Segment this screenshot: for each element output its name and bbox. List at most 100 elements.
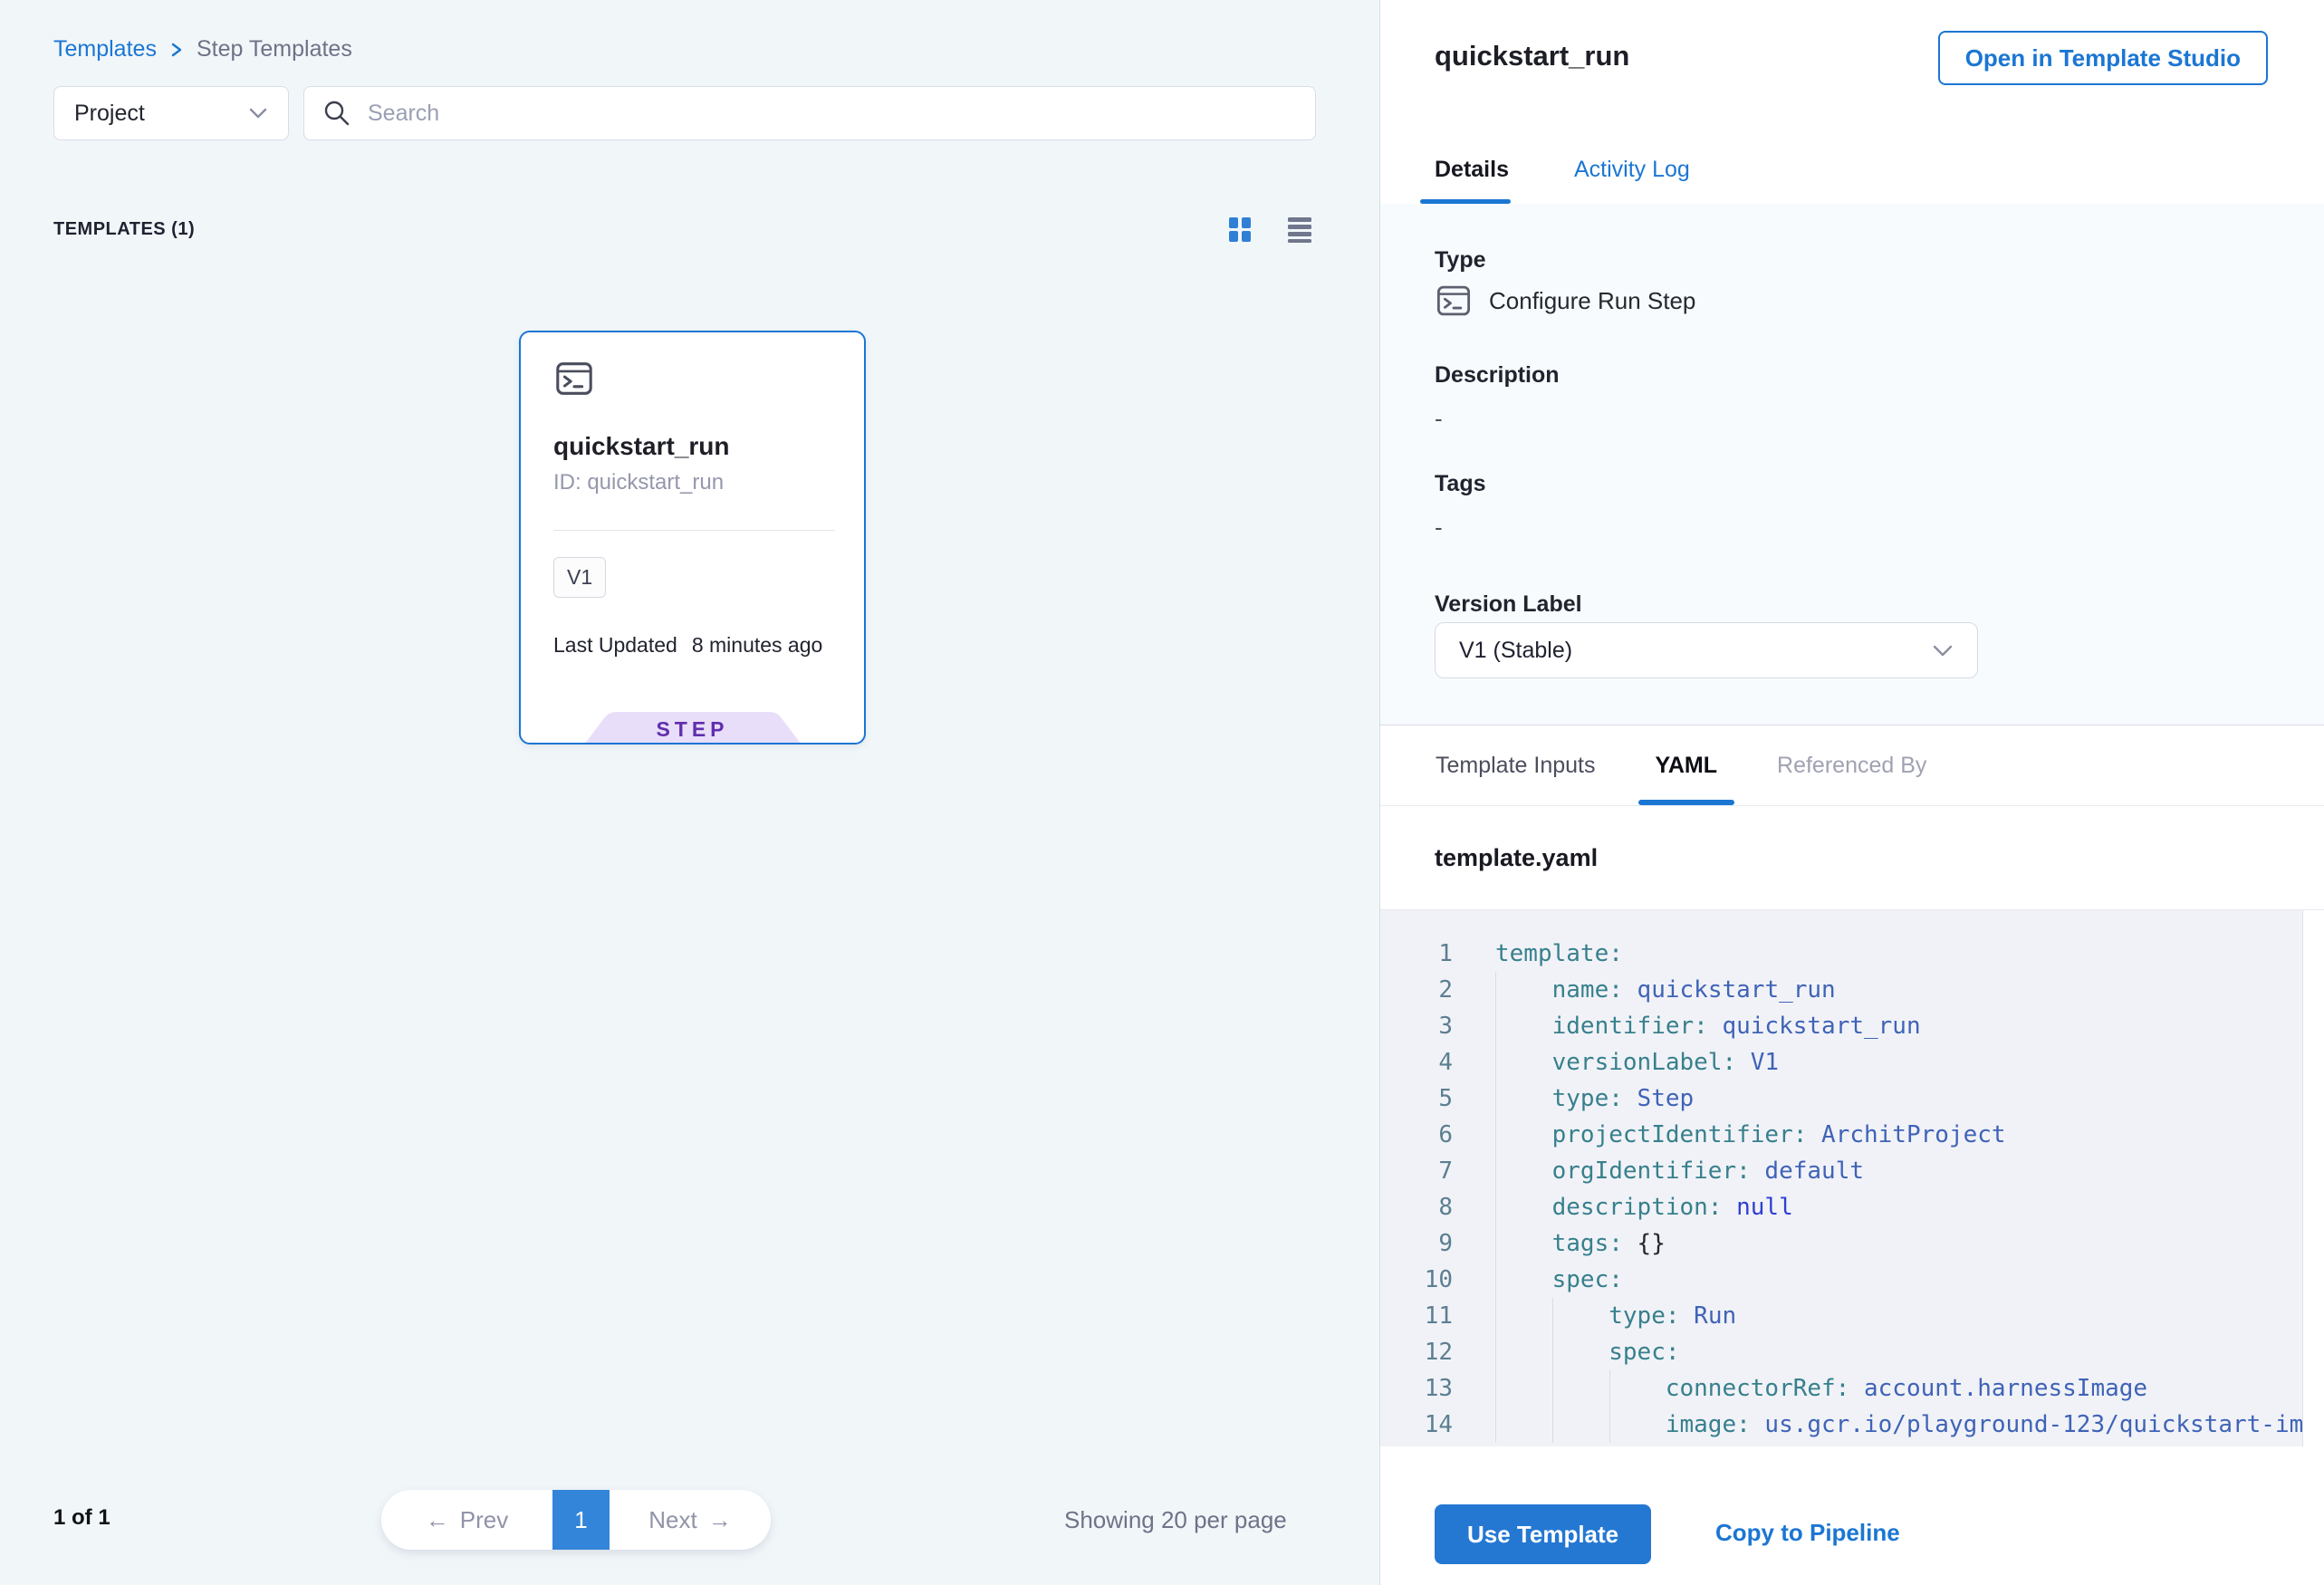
run-step-icon <box>1435 282 1473 320</box>
step-banner-label: STEP <box>584 717 802 742</box>
version-badge: V1 <box>553 557 606 598</box>
yaml-line-number: 7 <box>1380 1153 1453 1189</box>
templates-count-label: TEMPLATES (1) <box>53 219 195 240</box>
page-1-button[interactable]: 1 <box>552 1490 610 1550</box>
yaml-line: identifier: quickstart_run <box>1495 1008 2324 1044</box>
yaml-line: spec: <box>1495 1334 2324 1370</box>
yaml-line-number: 13 <box>1380 1370 1453 1407</box>
page-count: 1 of 1 <box>53 1505 110 1531</box>
panel-header: quickstart_run Open in Template Studio <box>1380 0 2324 137</box>
next-page-button[interactable]: Next → <box>610 1490 771 1550</box>
template-list-pane: Templates Step Templates Project TEMPLAT… <box>0 0 1379 1585</box>
yaml-line-number: 4 <box>1380 1044 1453 1081</box>
type-label: Type <box>1435 247 1486 274</box>
yaml-line-number: 2 <box>1380 972 1453 1008</box>
details-tabs: Details Activity Log <box>1380 136 2324 204</box>
yaml-line-number: 12 <box>1380 1334 1453 1370</box>
yaml-line-number: 14 <box>1380 1407 1453 1443</box>
type-row: Configure Run Step <box>1435 282 1695 320</box>
indent-guide <box>1552 1298 1553 1443</box>
last-updated-value: 8 minutes ago <box>692 633 822 658</box>
yaml-line: image: us.gcr.io/playground-123/quicksta… <box>1495 1407 2324 1443</box>
version-select[interactable]: V1 (Stable) <box>1435 622 1978 678</box>
card-last-updated: Last Updated 8 minutes ago <box>553 633 822 658</box>
arrow-left-icon: ← <box>426 1506 449 1534</box>
version-label: Version Label <box>1435 591 1582 618</box>
panel-footer: Use Template Copy to Pipeline <box>1380 1446 2324 1585</box>
search-box <box>303 86 1316 140</box>
tags-label: Tags <box>1435 471 1486 497</box>
tab-referenced-by[interactable]: Referenced By <box>1777 725 1926 805</box>
tab-activity-log[interactable]: Activity Log <box>1574 136 1690 204</box>
type-value: Configure Run Step <box>1489 287 1695 315</box>
per-page-label: Showing 20 per page <box>1064 1506 1287 1534</box>
search-icon <box>322 99 351 128</box>
breadcrumb: Templates Step Templates <box>53 36 352 62</box>
yaml-line: type: Step <box>1495 1081 2324 1117</box>
yaml-line: connectorRef: account.harnessImage <box>1495 1370 2324 1407</box>
yaml-file-header: template.yaml <box>1380 806 2324 910</box>
template-details-panel: quickstart_run Open in Template Studio D… <box>1379 0 2324 1585</box>
panel-title: quickstart_run <box>1435 40 1629 72</box>
breadcrumb-current: Step Templates <box>197 36 352 62</box>
indent-guide <box>1495 972 1496 1443</box>
yaml-tabs: Template Inputs YAML Referenced By <box>1380 725 2324 806</box>
yaml-file-name: template.yaml <box>1435 844 1598 872</box>
yaml-line: orgIdentifier: default <box>1495 1153 2324 1189</box>
scope-select-value: Project <box>74 101 145 127</box>
chevron-right-icon <box>169 39 184 61</box>
yaml-editor: 1234567891011121314 template: name: quic… <box>1380 910 2324 1446</box>
yaml-line-number: 8 <box>1380 1189 1453 1225</box>
description-value: - <box>1435 405 1443 433</box>
description-label: Description <box>1435 362 1560 389</box>
yaml-code-lines: template: name: quickstart_run identifie… <box>1495 936 2324 1443</box>
last-updated-label: Last Updated <box>553 633 677 658</box>
tab-template-inputs[interactable]: Template Inputs <box>1436 725 1596 805</box>
use-template-button[interactable]: Use Template <box>1435 1504 1651 1564</box>
yaml-line: versionLabel: V1 <box>1495 1044 2324 1081</box>
tab-yaml[interactable]: YAML <box>1656 725 1718 805</box>
scope-select[interactable]: Project <box>53 86 289 140</box>
yaml-line: description: null <box>1495 1189 2324 1225</box>
step-banner: STEP <box>584 712 802 744</box>
prev-page-button[interactable]: ← Prev <box>381 1490 552 1550</box>
card-id: ID: quickstart_run <box>553 470 724 495</box>
prev-label: Prev <box>460 1506 508 1534</box>
card-title: quickstart_run <box>553 432 730 461</box>
pager: ← Prev 1 Next → <box>381 1490 771 1550</box>
yaml-line-number: 10 <box>1380 1262 1453 1298</box>
app-root: Templates Step Templates Project TEMPLAT… <box>0 0 2324 1585</box>
version-select-value: V1 (Stable) <box>1459 638 1572 664</box>
yaml-line: type: Run <box>1495 1298 2324 1334</box>
arrow-right-icon: → <box>708 1506 732 1534</box>
template-card[interactable]: quickstart_run ID: quickstart_run V1 Las… <box>519 331 866 744</box>
yaml-line-number: 11 <box>1380 1298 1453 1334</box>
grid-view-icon[interactable] <box>1224 214 1255 245</box>
yaml-line-number: 5 <box>1380 1081 1453 1117</box>
yaml-line: tags: {} <box>1495 1225 2324 1262</box>
yaml-line-number: 6 <box>1380 1117 1453 1153</box>
chevron-down-icon <box>248 107 268 120</box>
yaml-line-number: 3 <box>1380 1008 1453 1044</box>
yaml-line-number: 9 <box>1380 1225 1453 1262</box>
yaml-line: name: quickstart_run <box>1495 972 2324 1008</box>
details-section: Type Configure Run Step Description - Ta… <box>1380 204 2324 725</box>
tab-details[interactable]: Details <box>1435 136 1509 204</box>
copy-to-pipeline-link[interactable]: Copy to Pipeline <box>1715 1519 1900 1547</box>
chevron-down-icon <box>1932 644 1954 658</box>
yaml-line: template: <box>1495 936 2324 972</box>
vertical-scrollbar[interactable] <box>2302 910 2324 1446</box>
search-input[interactable] <box>366 100 1297 128</box>
yaml-line-number: 1 <box>1380 936 1453 972</box>
card-divider <box>553 530 835 531</box>
next-label: Next <box>648 1506 696 1534</box>
indent-guide <box>1609 1370 1610 1443</box>
yaml-line-numbers: 1234567891011121314 <box>1380 936 1453 1443</box>
view-toggles <box>1224 214 1315 245</box>
tags-value: - <box>1435 514 1443 542</box>
list-view-icon[interactable] <box>1284 214 1315 245</box>
breadcrumb-templates-link[interactable]: Templates <box>53 36 157 62</box>
run-step-icon <box>553 358 595 399</box>
open-in-template-studio-button[interactable]: Open in Template Studio <box>1938 31 2268 85</box>
yaml-line: projectIdentifier: ArchitProject <box>1495 1117 2324 1153</box>
